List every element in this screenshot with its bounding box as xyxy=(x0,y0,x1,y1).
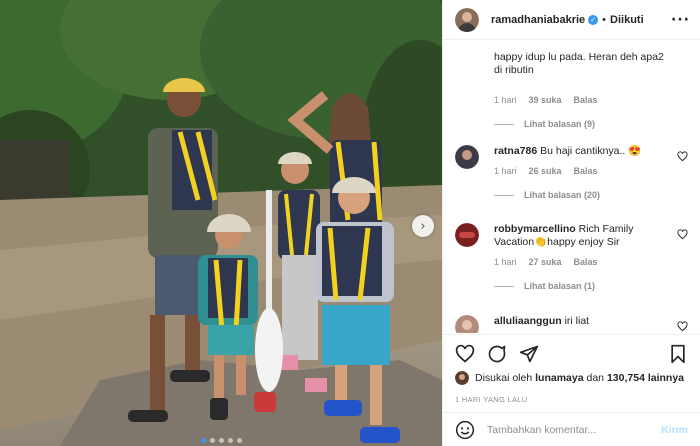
comment-item: ratna786 Bu haji cantiknya.. 😍 1 hari 26… xyxy=(455,145,688,200)
post-side-panel: ramadhaniabakrie ✓ • Diikuti ··· happy i… xyxy=(442,0,700,446)
comment-time: 1 hari xyxy=(494,257,517,267)
post-comment-button[interactable]: Kirim xyxy=(661,424,688,436)
header-separator: • xyxy=(602,13,607,26)
post-photo[interactable]: › xyxy=(0,0,442,446)
reply-button[interactable]: Balas xyxy=(574,166,598,176)
comment-icon[interactable] xyxy=(487,344,507,364)
comment-likes[interactable]: 39 suka xyxy=(529,95,562,105)
post-date[interactable]: 1 HARI YANG LALU xyxy=(455,395,688,404)
avatar[interactable] xyxy=(455,145,479,169)
post-username[interactable]: ramadhaniabakrie xyxy=(491,14,585,26)
bookmark-icon[interactable] xyxy=(668,344,688,364)
comment-like-heart-icon[interactable] xyxy=(677,321,688,332)
comment-username[interactable]: alluliaanggun xyxy=(494,315,562,327)
comment-body: robbymarcellino Rich Family Vacation👏hap… xyxy=(494,223,688,249)
verified-badge-icon: ✓ xyxy=(588,14,599,25)
comment-body: ratna786 Bu haji cantiknya.. 😍 xyxy=(494,145,688,158)
carousel-dot xyxy=(236,438,242,443)
comment-time: 1 hari xyxy=(494,166,517,176)
avatar[interactable] xyxy=(455,7,479,32)
carousel-dots xyxy=(0,438,442,443)
view-replies-button[interactable]: Lihat balasan (9) xyxy=(494,119,688,129)
carousel-dot xyxy=(209,438,215,443)
comment-username[interactable]: ratna786 xyxy=(494,145,537,157)
comment-likes[interactable]: 26 suka xyxy=(529,166,562,176)
comment-text: happy idup lu pada. Heran deh apa2 di ri… xyxy=(494,51,664,76)
photo-scene xyxy=(0,0,442,446)
carousel-next-button[interactable]: › xyxy=(412,215,434,237)
post-actions: Disukai oleh lunamaya dan 130,754 lainny… xyxy=(443,334,700,404)
comment-like-heart-icon[interactable] xyxy=(677,229,688,240)
likes-connector: dan xyxy=(586,372,605,384)
avatar[interactable] xyxy=(455,371,469,385)
likes-prefix: Disukai oleh xyxy=(475,372,533,384)
comment-body: alluliaanggun iri liat xyxy=(494,315,688,328)
carousel-dot xyxy=(200,438,206,443)
likes-count[interactable]: 130,754 lainnya xyxy=(607,372,684,384)
chevron-right-icon: › xyxy=(420,218,426,234)
reply-button[interactable]: Balas xyxy=(574,95,598,105)
comment-item: happy idup lu pada. Heran deh apa2 di ri… xyxy=(455,51,688,129)
view-replies-button[interactable]: Lihat balasan (1) xyxy=(494,281,688,291)
likes-user[interactable]: lunamaya xyxy=(535,372,583,384)
avatar[interactable] xyxy=(455,315,479,333)
action-icons xyxy=(455,335,688,373)
share-icon[interactable] xyxy=(519,344,539,364)
likes-summary: Disukai oleh lunamaya dan 130,754 lainny… xyxy=(455,371,688,385)
comment-username[interactable]: robbymarcellino xyxy=(494,223,576,235)
comment-item: alluliaanggun iri liat xyxy=(455,315,688,333)
post-header: ramadhaniabakrie ✓ • Diikuti ··· xyxy=(443,0,700,40)
avatar[interactable] xyxy=(455,223,479,247)
comment-item: robbymarcellino Rich Family Vacation👏hap… xyxy=(455,223,688,291)
comment-meta: 1 hari 27 suka Balas xyxy=(494,257,688,267)
comment-list[interactable]: happy idup lu pada. Heran deh apa2 di ri… xyxy=(443,41,700,333)
comment-text: iri liat xyxy=(564,315,590,327)
reply-button[interactable]: Balas xyxy=(574,257,598,267)
view-replies-button[interactable]: Lihat balasan (20) xyxy=(494,190,688,200)
comment-meta: 1 hari 26 suka Balas xyxy=(494,166,688,176)
comment-time: 1 hari xyxy=(494,95,517,105)
emoji-icon[interactable] xyxy=(455,420,475,440)
add-comment-bar: Kirim xyxy=(443,412,700,446)
follow-status-button[interactable]: Diikuti xyxy=(610,14,644,26)
comment-meta: 1 hari 39 suka Balas xyxy=(494,95,688,105)
heart-icon[interactable] xyxy=(455,344,475,364)
comment-text: Bu haji cantiknya.. 😍 xyxy=(540,145,642,157)
comment-like-heart-icon[interactable] xyxy=(677,151,688,162)
add-comment-input[interactable] xyxy=(487,423,662,436)
comment-likes[interactable]: 27 suka xyxy=(529,257,562,267)
carousel-dot xyxy=(218,438,224,443)
carousel-dot xyxy=(227,438,233,443)
more-horizontal-icon[interactable]: ··· xyxy=(671,12,690,28)
